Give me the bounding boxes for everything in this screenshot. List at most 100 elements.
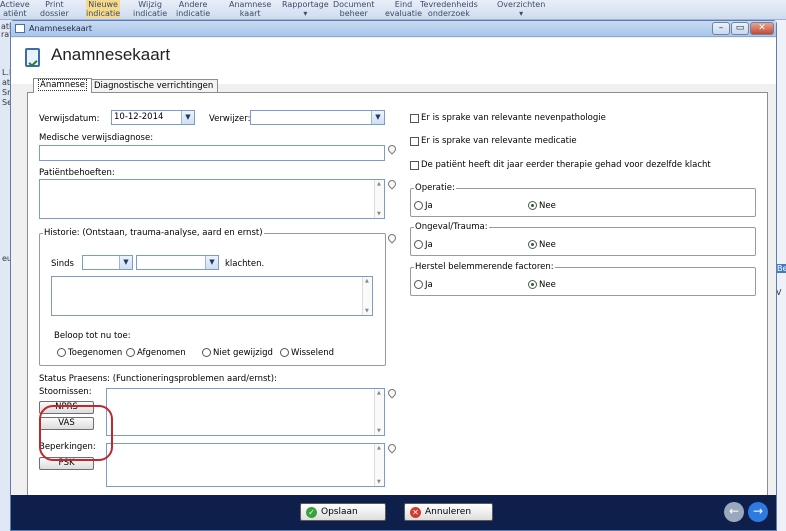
ribbon-item[interactable]: Tevredenheids onderzoek [420,0,478,18]
nevenpathologie-label[interactable]: Er is sprake van relevante nevenpatholog… [421,113,606,123]
herstel-group: Herstel belemmerende factoren: Ja Nee [410,262,756,296]
operatie-ja-radio[interactable] [414,201,423,210]
sinds-amount-select[interactable]: ▼ [82,255,133,270]
ribbon-item[interactable]: Anamnese kaart [229,0,271,18]
verwijsdatum-picker[interactable]: 10-12-2014 ▼ [111,110,195,125]
pin-icon[interactable] [386,178,398,190]
beloop-option-label[interactable]: Afgenomen [137,348,186,358]
checkmark-icon: ✓ [306,507,317,518]
ribbon-item[interactable]: Andere indicatie [176,0,210,18]
tab-anamnese[interactable]: Anamnese [33,78,92,93]
ribbon-item[interactable]: Actieve atiënt [0,0,30,18]
background-ribbon: Actieve atiënt Print dossier Nieuwe indicat… [0,0,786,20]
klachten-label: klachten. [225,259,265,269]
medische-verwijsdiagnose-input[interactable] [39,145,385,161]
verwijsdatum-label: Verwijsdatum: [39,114,100,124]
ongeval-ja-radio[interactable] [414,240,423,249]
eerdere-therapie-label[interactable]: De patiënt heeft dit jaar eerder therapi… [421,160,711,170]
ribbon-item[interactable]: Print dossier [40,0,69,18]
page-title: Anamnesekaart [51,45,171,64]
patientbehoeften-textarea[interactable] [39,179,385,219]
scrollbar[interactable] [374,180,384,218]
verwijzer-label: Verwijzer: [209,114,251,124]
ribbon-item[interactable]: Rapportage ▾ [282,0,329,18]
tab-panel-anamnese: Verwijsdatum: 10-12-2014 ▼ Verwijzer: ▼ … [27,92,768,496]
minimize-button[interactable]: – [712,22,730,35]
ongeval-nee-radio[interactable] [528,240,537,249]
dropdown-arrow-icon[interactable]: ▼ [181,111,194,124]
beloop-option-label[interactable]: Toegenomen [68,348,122,358]
window-title: Anamnesekaart [29,24,93,33]
sinds-unit-select[interactable]: ▼ [136,255,219,270]
beloop-afgenomen-radio[interactable] [126,348,135,357]
ribbon-item[interactable]: Overzichten ▾ [497,0,545,18]
ribbon-item[interactable]: Document beheer [333,0,374,18]
pin-icon[interactable] [386,442,398,454]
historie-legend: Historie: (Ontstaan, trauma-analyse, aar… [43,228,264,238]
dropdown-arrow-icon[interactable]: ▼ [119,256,132,269]
historie-textarea[interactable] [51,276,373,316]
herstel-legend: Herstel belemmerende factoren: [414,262,555,272]
forward-arrow-icon[interactable]: → [748,502,768,522]
bg-snippet: at [2,78,11,87]
beperkingen-textarea[interactable] [106,443,385,487]
bg-snippet: Be [776,264,786,273]
maximize-button[interactable]: ▭ [731,22,749,35]
dropdown-arrow-icon[interactable]: ▼ [371,111,384,124]
beloop-toegenomen-radio[interactable] [57,348,66,357]
title-bar[interactable]: Anamnesekaart – ▭ ✕ [11,21,776,37]
tab-diagnostische-verrichtingen[interactable]: Diagnostische verrichtingen [89,79,219,93]
page-header: Anamnesekaart [11,38,776,84]
patientbehoeften-label: Patiëntbehoeften: [39,168,115,178]
scrollbar[interactable] [362,277,372,315]
anamnesekaart-window: Anamnesekaart – ▭ ✕ Anamnesekaart Anamne… [10,20,777,531]
window-app-icon [15,24,25,33]
pin-icon[interactable] [386,232,398,244]
close-button[interactable]: ✕ [750,22,774,35]
operatie-nee-radio[interactable] [528,201,537,210]
radio-label[interactable]: Ja [425,201,433,211]
pin-icon[interactable] [386,143,398,155]
eerdere-therapie-checkbox[interactable] [410,161,419,170]
radio-label[interactable]: Ja [425,240,433,250]
beloop-option-label[interactable]: Niet gewijzigd [213,348,273,358]
dropdown-arrow-icon[interactable]: ▼ [205,256,218,269]
ongeval-trauma-group: Ongeval/Trauma: Ja Nee [410,222,756,256]
annotation-highlight [39,405,113,461]
operatie-legend: Operatie: [414,183,456,193]
medicatie-checkbox[interactable] [410,137,419,146]
medische-verwijsdiagnose-label: Medische verwijsdiagnose: [39,133,154,143]
stoornissen-textarea[interactable] [106,388,385,436]
stoornissen-label: Stoornissen: [39,387,92,397]
beloop-niet-gewijzigd-radio[interactable] [202,348,211,357]
cancel-icon: ✕ [410,507,421,518]
sinds-label: Sinds [51,259,74,269]
cancel-button[interactable]: ✕ Annuleren [404,503,493,521]
historie-group: Historie: (Ontstaan, trauma-analyse, aar… [39,228,386,366]
clipboard-check-icon [25,48,40,67]
herstel-ja-radio[interactable] [414,280,423,289]
scrollbar[interactable] [374,389,384,435]
beloop-wisselend-radio[interactable] [280,348,289,357]
medicatie-label[interactable]: Er is sprake van relevante medicatie [421,136,577,146]
ribbon-item[interactable]: Wijzig indicatie [133,0,167,18]
save-button[interactable]: ✓ Opslaan [300,503,386,521]
radio-label[interactable]: Nee [539,280,556,290]
nevenpathologie-checkbox[interactable] [410,114,419,123]
pin-icon[interactable] [386,387,398,399]
beloop-option-label[interactable]: Wisselend [291,348,334,358]
ongeval-legend: Ongeval/Trauma: [414,222,489,232]
herstel-nee-radio[interactable] [528,280,537,289]
radio-label[interactable]: Ja [425,280,433,290]
ribbon-item[interactable]: Eind evaluatie [385,0,422,18]
beloop-label: Beloop tot nu toe: [54,331,131,341]
radio-label[interactable]: Nee [539,240,556,250]
verwijzer-select[interactable]: ▼ [250,110,385,125]
footer-bar: ✓ Opslaan ✕ Annuleren ← → [11,495,776,530]
back-arrow-icon[interactable]: ← [724,502,744,522]
status-praesens-label: Status Praesens: (Functioneringsprobleme… [39,374,277,384]
ribbon-item[interactable]: Nieuwe indicatie [86,0,121,18]
scrollbar[interactable] [374,444,384,486]
operatie-group: Operatie: Ja Nee [410,183,756,217]
radio-label[interactable]: Nee [539,201,556,211]
